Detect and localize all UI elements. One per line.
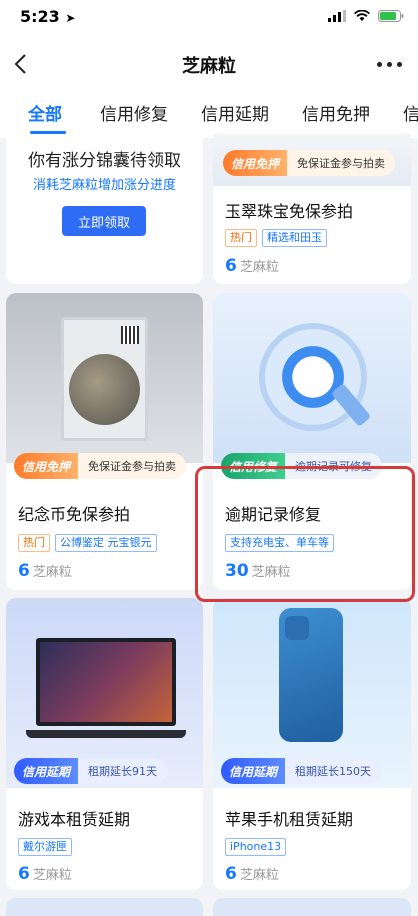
tab-credit-repair[interactable]: 信用修复 [100,100,168,125]
badge-sub-label: 租期延长91天 [78,758,168,784]
tag: 精选和田玉 [262,229,327,247]
location-arrow-icon: ➤ [65,11,76,25]
status-bar: 5:23 ➤ [0,0,418,40]
tag-hot: 热门 [18,534,50,552]
status-time: 5:23 ➤ [20,7,75,26]
product-title: 游戏本租赁延期 [18,810,131,829]
tag: iPhone13 [225,838,287,856]
product-badge: 信用免押 免保证金参与拍卖 [14,453,187,479]
badge-sub-label: 租期延长150天 [285,758,382,784]
phone-image [279,608,343,742]
tab-credit-deposit-free[interactable]: 信用免押 [302,100,370,125]
price: 6 芝麻粒 [225,256,279,276]
product-badge: 信用免押 免保证金参与拍卖 [223,150,396,176]
product-card-peek-right[interactable] [213,898,411,916]
price: 6 芝麻粒 [225,864,279,884]
claim-card[interactable]: 你有涨分锦囊待领取 消耗芝麻粒增加涨分进度 立即领取 [6,134,203,284]
highlight-box [195,466,415,602]
category-tabs: 全部 信用修复 信用延期 信用免押 信 [0,88,418,138]
status-icons [328,10,404,22]
product-card-iphone[interactable]: 信用延期 租期延长150天 苹果手机租赁延期 iPhone13 6 芝麻粒 [213,598,411,890]
product-card-gaming-laptop[interactable]: 信用延期 租期延长91天 游戏本租赁延期 戴尔游匣 6 芝麻粒 [6,598,203,890]
battery-icon [378,10,404,22]
tag-row: iPhone13 [225,838,287,856]
product-title: 玉翠珠宝免保参拍 [225,202,354,221]
tag-row: 热门 公博鉴定 元宝银元 [18,534,157,552]
tab-credit-extension[interactable]: 信用延期 [201,100,269,125]
tab-all[interactable]: 全部 [28,100,62,125]
product-image [6,293,203,463]
badge-main-label: 信用延期 [14,758,79,784]
product-card-peek-left[interactable] [6,898,203,916]
price-unit: 芝麻粒 [239,260,279,275]
product-badge: 信用延期 租期延长150天 [221,758,382,784]
product-title: 纪念币免保参拍 [18,505,131,524]
status-time-text: 5:23 [20,7,60,26]
price-number: 6 [225,256,237,276]
laptop-base [26,730,186,738]
nav-bar: 芝麻粒 [0,40,418,88]
product-title: 苹果手机租赁延期 [225,810,354,829]
tag: 戴尔游匣 [18,838,72,856]
price-number: 6 [18,561,30,581]
tag-row: 热门 精选和田玉 [225,229,327,247]
coin-slab-image [61,317,148,441]
price-unit: 芝麻粒 [239,868,279,883]
badge-main-label: 信用免押 [223,150,288,176]
price-number: 6 [18,864,30,884]
product-image [213,293,411,463]
product-badge: 信用延期 租期延长91天 [14,758,168,784]
product-card-coin[interactable]: 信用免押 免保证金参与拍卖 纪念币免保参拍 热门 公博鉴定 元宝银元 6 芝麻粒 [6,293,203,590]
page-title: 芝麻粒 [182,56,236,77]
price-unit: 芝麻粒 [32,868,72,883]
badge-main-label: 信用免押 [14,453,79,479]
price: 6 芝麻粒 [18,864,72,884]
wifi-icon [354,10,370,21]
qr-code-icon [121,326,139,344]
product-card-jade[interactable]: 信用免押 免保证金参与拍卖 玉翠珠宝免保参拍 热门 精选和田玉 6 芝麻粒 [213,134,411,284]
tag-row: 戴尔游匣 [18,838,72,856]
signal-icon [328,10,346,22]
camera-module [285,616,309,640]
tag: 公博鉴定 元宝银元 [55,534,157,552]
badge-sub-label: 免保证金参与拍卖 [287,150,396,176]
claim-card-title: 你有涨分锦囊待领取 [28,151,181,171]
price-number: 6 [225,864,237,884]
tab-more[interactable]: 信 [403,100,418,125]
badge-main-label: 信用延期 [221,758,286,784]
claim-now-button[interactable]: 立即领取 [62,206,146,236]
price: 6 芝麻粒 [18,561,72,581]
claim-card-subtitle: 消耗芝麻粒增加涨分进度 [32,178,176,193]
laptop-screen [36,638,176,726]
price-unit: 芝麻粒 [32,565,72,580]
badge-sub-label: 免保证金参与拍卖 [78,453,187,479]
more-options-icon[interactable] [377,62,402,67]
tag-hot: 热门 [225,229,257,247]
coin-image [69,354,140,425]
